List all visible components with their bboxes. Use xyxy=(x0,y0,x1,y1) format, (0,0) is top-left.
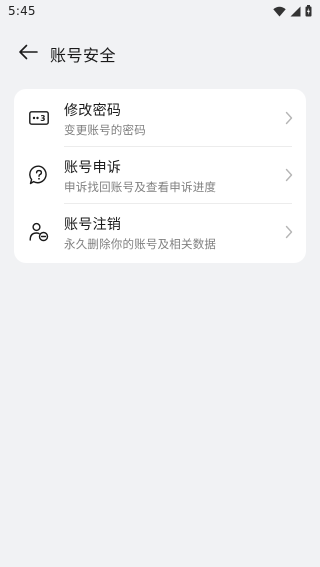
help-bubble-icon xyxy=(28,164,50,186)
change-password-subtitle: 变更账号的密码 xyxy=(64,123,146,137)
back-button[interactable] xyxy=(8,38,48,70)
svg-text:3: 3 xyxy=(40,114,45,123)
wifi-icon xyxy=(273,6,286,17)
status-icons xyxy=(273,5,312,17)
user-remove-icon xyxy=(28,221,50,243)
status-time: 5:45 xyxy=(8,4,36,18)
signal-icon xyxy=(290,6,301,17)
header: 账号安全 xyxy=(0,38,320,70)
account-security-screen: 5:45 账号安全 3 修改密码 变更账号的密码 账号申诉 申诉找回账号及查看申… xyxy=(0,0,320,567)
battery-icon xyxy=(305,5,312,17)
chevron-right-icon xyxy=(284,224,294,240)
account-appeal-subtitle: 申诉找回账号及查看申诉进度 xyxy=(64,180,217,194)
chevron-right-icon xyxy=(284,110,294,126)
chevron-right-icon xyxy=(284,167,294,183)
page-title: 账号安全 xyxy=(50,46,117,65)
account-deletion-item[interactable]: 账号注销 永久删除你的账号及相关数据 xyxy=(14,203,306,260)
change-password-item[interactable]: 3 修改密码 变更账号的密码 xyxy=(14,89,306,146)
password-icon: 3 xyxy=(28,107,50,129)
change-password-title: 修改密码 xyxy=(64,103,122,119)
account-deletion-title: 账号注销 xyxy=(64,217,122,233)
account-appeal-title: 账号申诉 xyxy=(64,160,122,176)
settings-card: 3 修改密码 变更账号的密码 账号申诉 申诉找回账号及查看申诉进度 账号注销 永… xyxy=(14,89,306,263)
status-bar: 5:45 xyxy=(0,0,320,22)
back-arrow-icon xyxy=(18,44,38,64)
account-deletion-subtitle: 永久删除你的账号及相关数据 xyxy=(64,237,217,251)
account-appeal-item[interactable]: 账号申诉 申诉找回账号及查看申诉进度 xyxy=(14,146,306,203)
